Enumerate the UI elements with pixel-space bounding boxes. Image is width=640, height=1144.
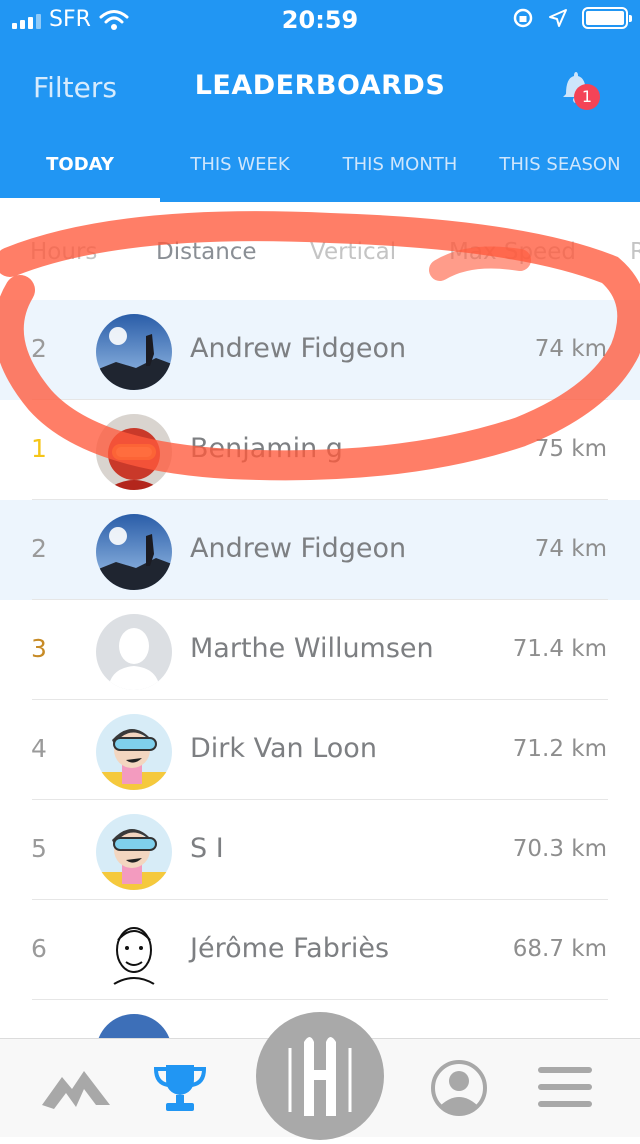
nav-bar: Filters LEADERBOARDS 1 [0,40,640,136]
athlete-name: Marthe Willumsen [190,633,434,664]
active-tab-indicator [0,198,160,202]
tab-today[interactable]: TODAY [0,136,160,202]
filters-button[interactable]: Filters [33,71,117,104]
rotation-lock-icon [513,8,533,28]
leaderboard-row-current-user[interactable]: 2 Andrew Fidgeon 74 km [0,300,640,400]
record-button[interactable] [256,1012,384,1140]
default-avatar-icon [96,614,172,690]
trophy-icon[interactable] [152,1061,208,1115]
location-arrow-icon [549,9,567,27]
distance-value: 75 km [534,436,607,462]
photo-mountain-icon [96,514,172,590]
skis-icon [288,1037,352,1116]
app-header: SFR 20:59 Filters LEADERBOARDS 1 TODAY T… [0,0,640,202]
skier-cartoon-icon [96,814,172,890]
rank: 6 [31,934,47,963]
sketch-portrait-icon [96,914,172,990]
photo-mountain-icon [96,314,172,390]
distance-value: 74 km [534,536,607,562]
rank: 3 [31,634,47,663]
metric-max-speed[interactable]: Max Speed [449,239,576,265]
athlete-name: S I [190,833,224,864]
tab-this-week[interactable]: THIS WEEK [160,136,320,202]
athlete-name: Jérôme Fabriès [190,933,390,964]
rank: 4 [31,734,47,763]
skier-cartoon-icon [96,714,172,790]
distance-value: 68.7 km [512,936,607,962]
photo-goggles-icon [96,414,172,490]
leaderboard-row[interactable]: 6 Jérôme Fabriès 68.7 km [0,900,640,1000]
distance-value: 71.2 km [512,736,607,762]
tab-this-season[interactable]: THIS SEASON [480,136,640,202]
status-bar: SFR 20:59 [0,0,640,40]
leaderboard-row[interactable]: 3 Marthe Willumsen 71.4 km [0,600,640,700]
leaderboard-row[interactable]: 4 Dirk Van Loon 71.2 km [0,700,640,800]
leaderboard-row[interactable]: 1 Benjamin g 75 km [0,400,640,500]
mountains-icon[interactable] [40,1063,112,1113]
distance-value: 70.3 km [512,836,607,862]
notification-badge: 1 [574,84,600,110]
distance-value: 71.4 km [512,636,607,662]
athlete-name: Dirk Van Loon [190,733,377,764]
battery-icon [582,7,632,29]
period-tabs: TODAY THIS WEEK THIS MONTH THIS SEASON [0,136,640,202]
metric-selector: Hours Distance Vertical Max Speed R [0,225,640,285]
rank: 1 [31,434,47,463]
metric-more[interactable]: R [630,239,640,265]
menu-icon[interactable] [538,1065,592,1109]
athlete-name: Andrew Fidgeon [190,333,407,364]
rank: 2 [31,334,47,363]
athlete-name: Benjamin g [190,433,343,464]
rank: 2 [31,534,47,563]
rank: 5 [31,834,47,863]
athlete-name: Andrew Fidgeon [190,533,407,564]
profile-icon[interactable] [430,1059,488,1117]
distance-value: 74 km [534,336,607,362]
tab-this-month[interactable]: THIS MONTH [320,136,480,202]
leaderboard-row[interactable]: 2 Andrew Fidgeon 74 km [0,500,640,600]
leaderboard-row[interactable]: 5 S I 70.3 km [0,800,640,900]
metric-vertical[interactable]: Vertical [310,239,396,265]
metric-distance[interactable]: Distance [156,239,257,265]
metric-hours[interactable]: Hours [30,239,97,265]
